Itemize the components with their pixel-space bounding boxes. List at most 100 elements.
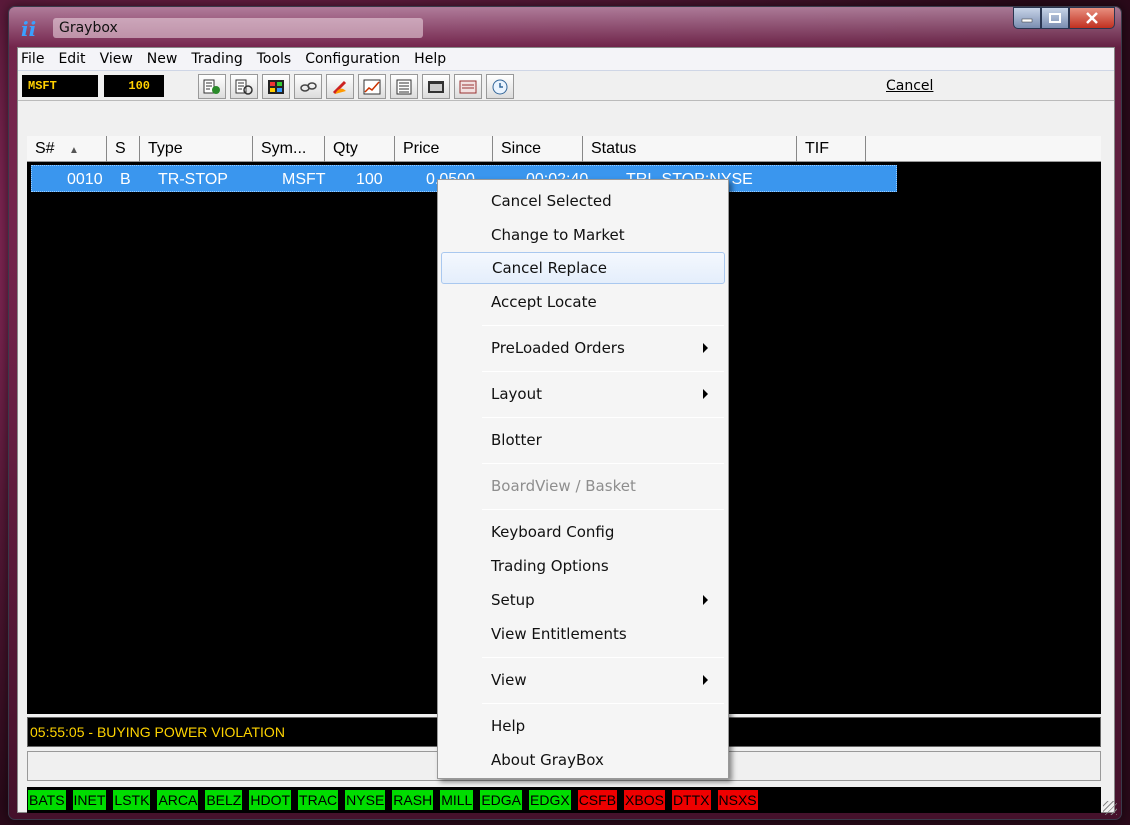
glasses-icon (300, 81, 317, 92)
menu-tools[interactable]: Tools (250, 48, 299, 71)
maximize-icon (1049, 13, 1061, 23)
menu-configuration[interactable]: Configuration (298, 48, 407, 71)
submenu-arrow-icon (703, 389, 708, 399)
submenu-arrow-icon (703, 675, 708, 685)
column-header-side[interactable]: S (107, 136, 140, 162)
graybox-logo-icon: ii (21, 17, 37, 41)
submenu-arrow-icon (703, 343, 708, 353)
menu-edit[interactable]: Edit (51, 48, 92, 71)
clock-button[interactable] (486, 74, 514, 99)
column-header-symbol[interactable]: Sym... (253, 136, 325, 162)
window-icon (428, 80, 444, 93)
orders-grid-header: S# ▲ S Type Sym... Qty Price Since Statu… (27, 136, 1101, 162)
cell-type: TR-STOP (158, 171, 228, 188)
market-badge: XBOS (624, 790, 665, 810)
title-bar[interactable]: ii Graybox (9, 7, 1121, 47)
market-badge: LSTK (113, 790, 151, 810)
menu-item-cancel-replace[interactable]: Cancel Replace (441, 252, 725, 284)
close-icon (1086, 12, 1098, 24)
column-header-price[interactable]: Price (395, 136, 493, 162)
menu-item-about-graybox[interactable]: About GrayBox (441, 744, 725, 776)
column-header-type[interactable]: Type (140, 136, 253, 162)
quantity-input[interactable]: 100 (104, 75, 164, 97)
market-badge: RASH (392, 790, 434, 810)
market-badge: NSXS (717, 790, 758, 810)
window-title: Graybox (53, 18, 423, 38)
menu-item-view-entitlements[interactable]: View Entitlements (441, 618, 725, 650)
menu-item-trading-options[interactable]: Trading Options (441, 550, 725, 582)
menu-item-setup[interactable]: Setup (441, 584, 725, 616)
menu-help[interactable]: Help (407, 48, 453, 71)
flame-icon (332, 80, 347, 94)
market-badge: EDGA (480, 790, 522, 810)
maximize-button[interactable] (1041, 7, 1069, 29)
menu-separator (482, 463, 724, 464)
menu-separator (482, 417, 724, 418)
resize-grip-icon[interactable] (1103, 801, 1117, 815)
montage-button[interactable] (262, 74, 290, 99)
window-button[interactable] (422, 74, 450, 99)
column-header-since[interactable]: Since (493, 136, 583, 162)
cancel-button[interactable]: Cancel (886, 78, 933, 94)
menu-item-preloaded-orders[interactable]: PreLoaded Orders (441, 332, 725, 364)
market-badge: NYSE (345, 790, 386, 810)
column-header-status[interactable]: Status (583, 136, 797, 162)
menu-item-label: PreLoaded Orders (491, 339, 625, 357)
market-badge: BELZ (205, 790, 243, 810)
menu-item-label: View (491, 671, 527, 689)
multi-order-button[interactable] (230, 74, 258, 99)
list-icon (396, 79, 412, 94)
market-badge: BATS (28, 790, 66, 810)
menu-item-view[interactable]: View (441, 664, 725, 696)
menu-item-change-to-market[interactable]: Change to Market (441, 219, 725, 251)
context-menu: Cancel Selected Change to Market Cancel … (437, 179, 729, 779)
market-badge: INET (72, 790, 107, 810)
flame-button[interactable] (326, 74, 354, 99)
menu-file[interactable]: File (18, 48, 51, 71)
menu-separator (482, 703, 724, 704)
menu-item-cancel-selected[interactable]: Cancel Selected (441, 185, 725, 217)
market-badge: DTTX (671, 790, 711, 810)
menu-view[interactable]: View (93, 48, 140, 71)
menu-item-accept-locate[interactable]: Accept Locate (441, 286, 725, 318)
window-controls (1013, 7, 1115, 29)
menu-new[interactable]: New (140, 48, 185, 71)
glasses-button[interactable] (294, 74, 322, 99)
menu-item-label: Layout (491, 385, 542, 403)
market-badge: ARCA (157, 790, 199, 810)
cell-symbol: MSFT (282, 171, 326, 188)
open-orders-icon (459, 80, 477, 93)
chart-button[interactable] (358, 74, 386, 99)
menu-item-label: Setup (491, 591, 535, 609)
menu-item-blotter[interactable]: Blotter (441, 424, 725, 456)
column-header-extra (866, 136, 1101, 162)
market-badge: CSFB (577, 790, 618, 810)
market-status-bar: BATS INET LSTK ARCA BELZ HDOT TRAC NYSE … (27, 787, 1101, 813)
list-button[interactable] (390, 74, 418, 99)
menu-separator (482, 657, 724, 658)
menu-separator (482, 371, 724, 372)
menu-item-boardview-basket: BoardView / Basket (491, 477, 636, 495)
order-entry-icon (203, 79, 220, 94)
column-header-qty[interactable]: Qty (325, 136, 395, 162)
menu-separator (482, 325, 724, 326)
toolbar: MSFT 100 Cancel (18, 71, 1114, 101)
column-header-tif[interactable]: TIF (797, 136, 866, 162)
clock-icon (492, 79, 508, 94)
cell-side: B (120, 171, 131, 188)
column-label: S# (35, 140, 55, 157)
menu-item-layout[interactable]: Layout (441, 378, 725, 410)
close-button[interactable] (1069, 7, 1115, 29)
column-header-sn[interactable]: S# ▲ (27, 136, 107, 162)
symbol-input[interactable]: MSFT (22, 75, 98, 97)
open-orders-button[interactable] (454, 74, 482, 99)
minimize-button[interactable] (1013, 7, 1041, 29)
menu-item-keyboard-config[interactable]: Keyboard Config (441, 516, 725, 548)
market-badge: HDOT (249, 790, 292, 810)
menu-trading[interactable]: Trading (184, 48, 249, 71)
market-badge: MILL (440, 790, 474, 810)
order-entry-button[interactable] (198, 74, 226, 99)
cell-sn: 0010 (67, 171, 103, 188)
menu-bar: File Edit View New Trading Tools Configu… (18, 48, 1114, 71)
menu-item-help[interactable]: Help (441, 710, 725, 742)
